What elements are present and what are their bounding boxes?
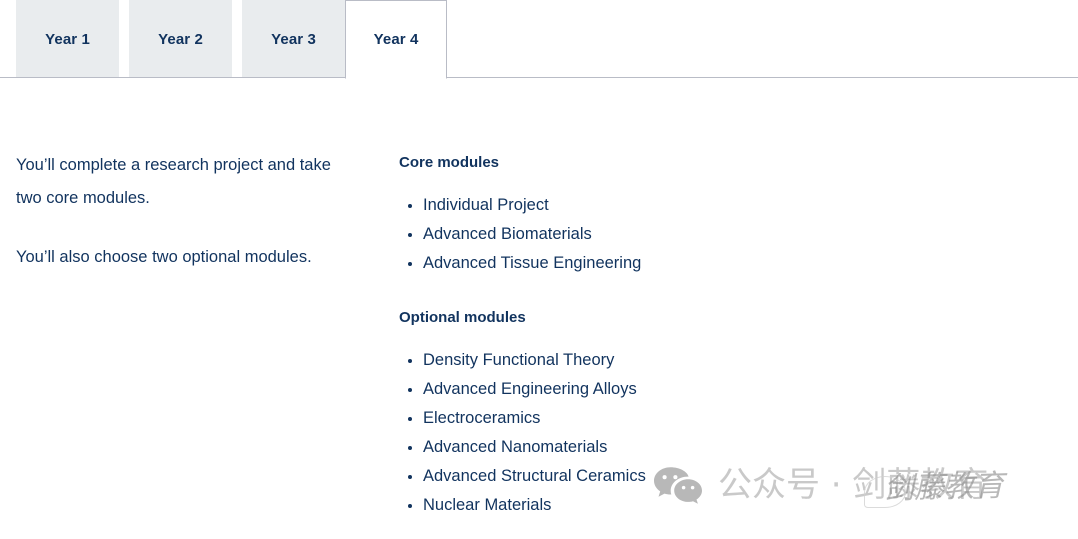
tab-gap-2	[232, 0, 242, 78]
optional-modules-list: Density Functional Theory Advanced Engin…	[399, 346, 819, 520]
tabs-baseline-rule	[0, 77, 1078, 78]
overview-paragraph-2: You’ll also choose two optional modules.	[16, 248, 312, 266]
list-item: Nuclear Materials	[399, 491, 819, 520]
optional-modules-heading: Optional modules	[399, 309, 526, 326]
modules-group-spacer	[399, 278, 819, 308]
tab-year-2-label: Year 2	[158, 30, 203, 48]
tab-year-1-label: Year 1	[45, 30, 90, 48]
list-item: Advanced Biomaterials	[399, 220, 819, 249]
overview-paragraph-1: You’ll complete a research project and t…	[16, 156, 331, 207]
list-item: Electroceramics	[399, 404, 819, 433]
tab-year-4[interactable]: Year 4	[345, 0, 447, 79]
list-item: Advanced Tissue Engineering	[399, 249, 819, 278]
tab-year-3-label: Year 3	[271, 30, 316, 48]
tab-gap-1	[119, 0, 129, 78]
tab-year-2[interactable]: Year 2	[129, 0, 232, 78]
core-modules-list: Individual Project Advanced Biomaterials…	[399, 191, 819, 278]
year-tabs: Year 1 Year 2 Year 3 Year 4	[0, 0, 1078, 79]
list-item: Individual Project	[399, 191, 819, 220]
overview-column: You’ll complete a research project and t…	[16, 149, 361, 274]
modules-column: Core modules Individual Project Advanced…	[399, 153, 819, 520]
year-4-panel: You’ll complete a research project and t…	[0, 79, 1078, 539]
tab-year-4-label: Year 4	[373, 31, 419, 48]
tabs-left-spacer	[0, 0, 16, 78]
list-item: Advanced Structural Ceramics	[399, 462, 819, 491]
tab-year-3[interactable]: Year 3	[242, 0, 345, 78]
tab-year-1[interactable]: Year 1	[16, 0, 119, 78]
list-item: Density Functional Theory	[399, 346, 819, 375]
list-item: Advanced Nanomaterials	[399, 433, 819, 462]
tabs-row: Year 1 Year 2 Year 3 Year 4	[0, 0, 447, 79]
list-item: Advanced Engineering Alloys	[399, 375, 819, 404]
core-modules-heading: Core modules	[399, 154, 500, 171]
